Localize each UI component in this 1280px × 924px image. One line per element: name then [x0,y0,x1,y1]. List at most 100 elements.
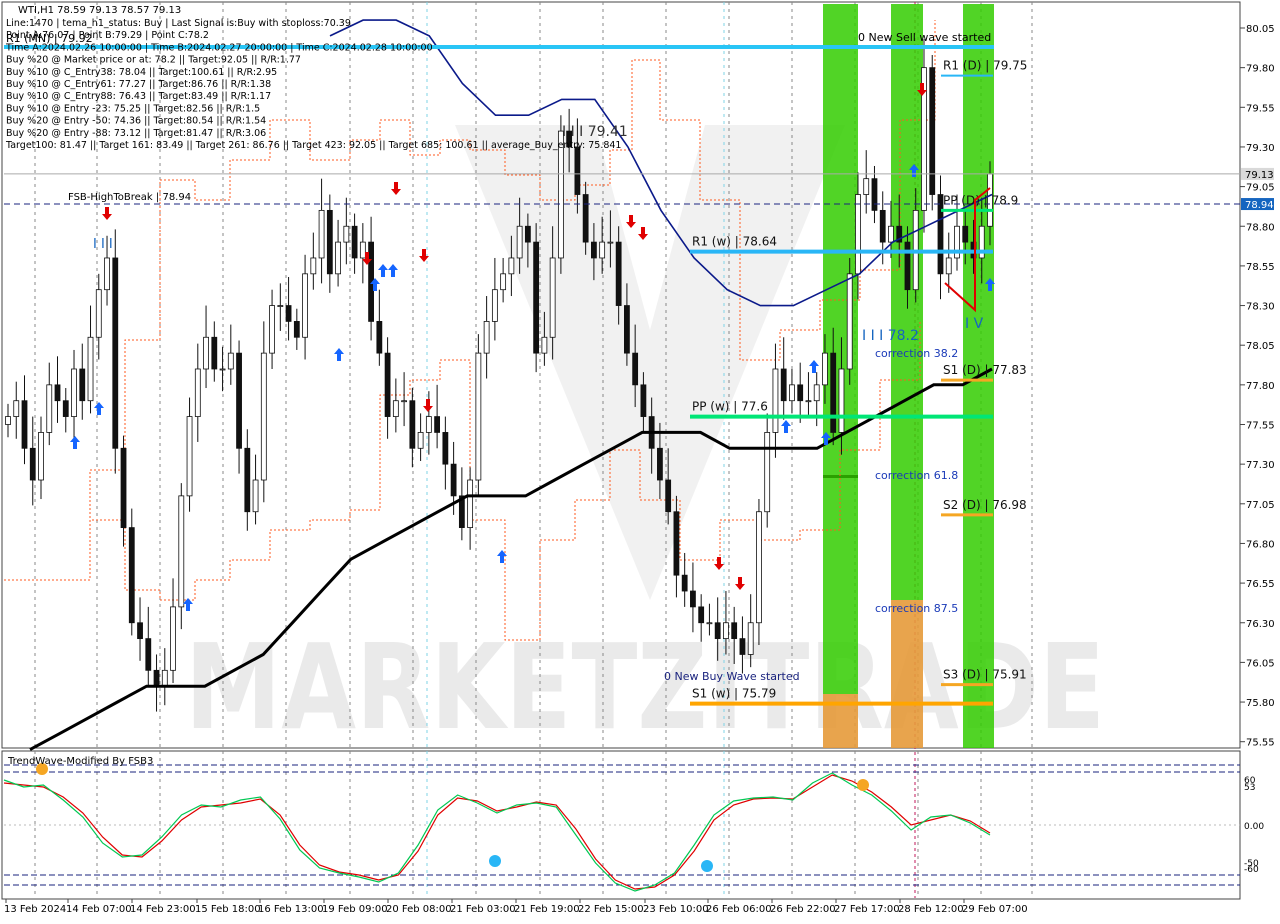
candle-down [376,321,383,354]
chart-window: MARKETZITRADE R1 (MN) | 79.92 FSB-HighToB… [0,0,1280,920]
candle-up [541,336,548,354]
time-tick-label: 23 Feb 10:00 [643,904,709,915]
fsb-high-label: FSB-HighToBreak | 78.94 [68,192,191,203]
candle-up [764,432,771,513]
info-line: Point A:76.07 | Point B:79.29 | Point C:… [6,30,209,41]
time-tick-label: 15 Feb 18:00 [195,904,261,915]
time-tick-label: 26 Feb 06:00 [706,904,772,915]
candle-down [128,527,135,624]
candle-down [698,606,705,624]
candle-down [285,305,292,322]
price-tick-label: 78.80 [1246,222,1275,233]
candle-up [260,352,267,481]
candle-down [929,67,936,195]
price-tick-label: 78.05 [1246,341,1275,352]
price-tick-label: 78.55 [1246,262,1275,273]
candle-up [822,352,828,386]
candle-down [871,178,878,211]
fsb-price-label: 78.94 [1245,200,1274,211]
candle-up [706,622,713,625]
candle-up [178,495,185,608]
candle-up [219,368,226,371]
candle-down [62,400,69,417]
pivot-level-label: PP (w) | 77.6 [692,400,768,414]
candle-up [310,257,317,275]
candle-down [731,622,738,640]
candle-up [491,289,498,322]
price-tick-label: 79.05 [1246,183,1275,194]
price-tick-label: 77.05 [1246,500,1275,511]
candle-down [120,447,127,528]
oscillator-tick-label: 0.00 [1244,822,1264,832]
candle-down [29,447,36,481]
candle-down [145,638,152,671]
candle-up [87,336,94,402]
candle-up [888,225,894,243]
oscillator-tick-label: 53 [1244,783,1255,793]
candle-up [483,321,490,354]
time-tick-label: 19 Feb 09:00 [322,904,388,915]
candle-down [137,622,143,640]
candle-down [690,590,696,608]
new-sell-wave-label: 0 New Sell wave started [858,31,991,44]
candle-down [409,400,416,449]
buy-zone-green [823,4,858,694]
candle-up [417,432,424,449]
info-line: Buy %20 @ Market price or at: 78.2 || Ta… [6,55,301,66]
candle-up [104,257,110,291]
pivot-level-label: S3 (D) | 75.91 [943,668,1027,682]
candle-down [293,321,300,338]
time-tick-label: 14 Feb 23:00 [130,904,196,915]
candle-up [359,241,366,259]
candle-down [962,225,969,243]
wave-start-label: I I I [93,237,113,252]
candle-up [855,194,861,275]
candle-up [252,479,259,513]
time-tick-label: 16 Feb 13:00 [258,904,324,915]
candle-up [318,209,325,259]
price-tick-label: 75.55 [1246,738,1275,749]
candle-down [54,384,61,402]
price-tick-label: 80.05 [1246,24,1275,35]
candle-up [269,305,275,354]
info-line: Time A:2024.02.26 10:00:00 | Time B:2024… [5,42,433,53]
candle-up [186,416,193,497]
candle-down [640,384,647,417]
candle-down [450,463,457,497]
price-tick-label: 76.05 [1246,658,1275,669]
candle-up [846,273,853,370]
candle-down [524,225,531,243]
candle-down [739,638,746,655]
candle-down [244,447,251,513]
time-tick-label: 29 Feb 07:00 [962,904,1028,915]
price-tick-label: 79.30 [1246,143,1275,154]
candle-down [236,352,242,449]
candle-down [211,336,218,370]
candle-up [203,336,209,370]
candle-up [392,400,399,417]
candle-down [632,352,639,386]
candle-down [434,416,441,433]
info-line: Buy %10 @ C_Entry88: 76.43 || Target:83.… [6,91,271,102]
candle-up [277,305,284,307]
indicator-title: TrendWave-Modified By FSB3 [7,756,153,767]
pivot-level-label: R1 (w) | 78.64 [692,235,777,249]
trading-chart[interactable]: MARKETZITRADE R1 (MN) | 79.92FSB-HighToB… [0,0,1280,920]
price-tick-label: 76.30 [1246,619,1275,630]
candle-down [681,574,688,592]
time-tick-label: 28 Feb 12:00 [898,904,964,915]
info-line: Buy %20 @ Entry -88: 73.12 || Target:81.… [6,128,266,139]
candle-up [723,622,729,640]
candle-down [714,622,721,640]
oscillator-peak-marker [857,779,869,791]
candle-down [384,352,391,417]
candle-up [756,511,762,624]
candle-up [467,479,474,528]
time-tick-label: 13 Feb 2024 [4,904,66,915]
candle-up [789,384,795,402]
time-tick-label: 26 Feb 22:00 [770,904,836,915]
candle-down [574,146,581,195]
candle-up [170,606,176,671]
candle-down [780,368,787,402]
price-tick-label: 76.55 [1246,579,1275,590]
